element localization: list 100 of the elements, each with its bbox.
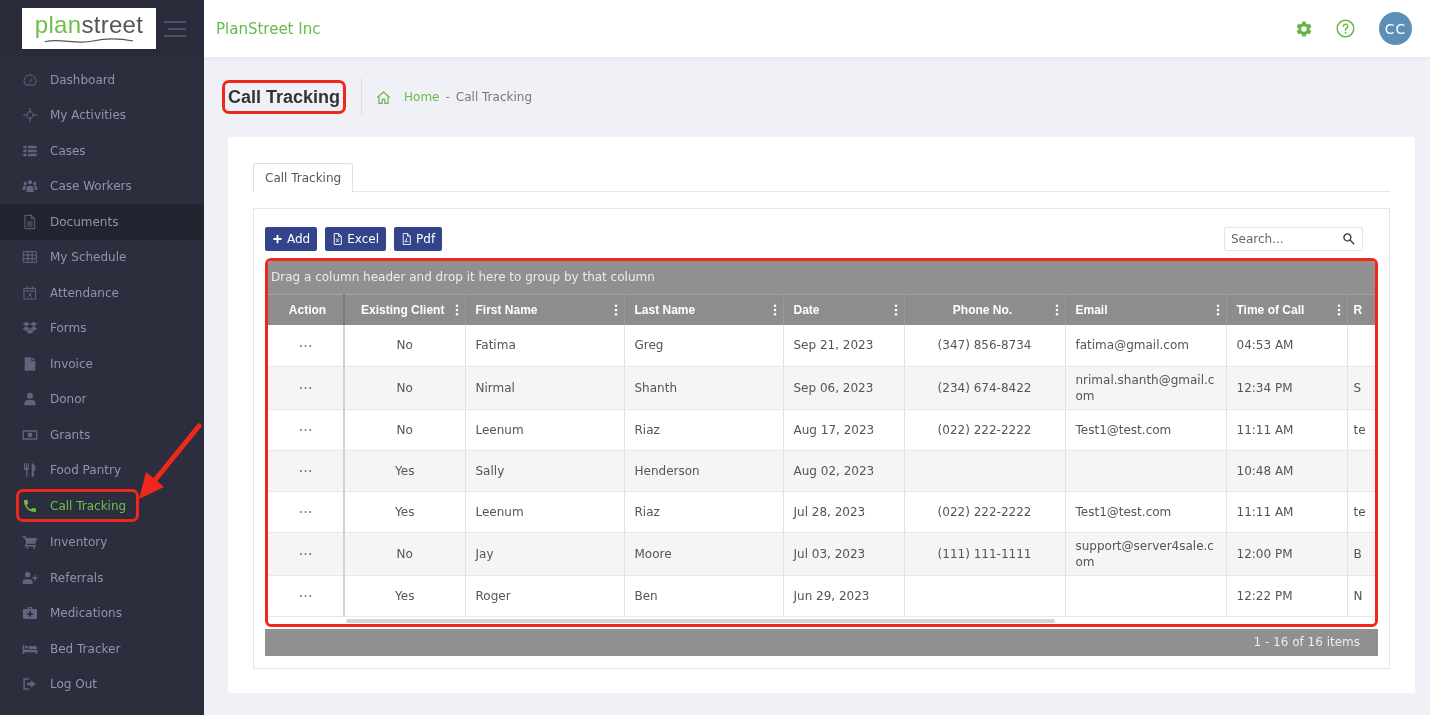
file-icon <box>401 233 413 245</box>
calendar-icon <box>22 284 38 301</box>
table-cell: 11:11 AM <box>1226 491 1347 532</box>
table-cell: Aug 02, 2023 <box>783 450 904 491</box>
add-button[interactable]: Add <box>265 227 318 251</box>
table-cell: Sep 21, 2023 <box>783 325 904 366</box>
help-icon[interactable] <box>1336 19 1355 38</box>
table-cell: Jay <box>465 532 624 575</box>
table-cell: (022) 222-2222 <box>904 491 1065 532</box>
table-cell: fatima@gmail.com <box>1065 325 1226 366</box>
table-cell: Henderson <box>624 450 783 491</box>
crosshair-icon <box>22 107 38 124</box>
sidebar-item[interactable]: Referrals <box>0 560 204 596</box>
more-icon[interactable] <box>299 510 312 514</box>
tab[interactable]: Call Tracking <box>253 163 354 192</box>
table-cell: (234) 674-8422 <box>904 366 1065 409</box>
column-header[interactable]: Email <box>1075 303 1108 317</box>
table-cell: (111) 111-1111 <box>904 532 1065 575</box>
column-header[interactable]: Phone No. <box>952 303 1013 317</box>
logo-wordmark: planstreet <box>34 13 144 36</box>
sidebar-item[interactable]: My Activities <box>0 97 204 133</box>
more-icon[interactable] <box>299 594 312 598</box>
column-header[interactable]: First Name <box>475 303 538 317</box>
menu-icon[interactable] <box>164 20 186 37</box>
table-cell: No <box>344 409 465 450</box>
table-cell: 10:48 AM <box>1226 450 1347 491</box>
table-cell: Aug 17, 2023 <box>783 409 904 450</box>
logout-icon <box>22 676 38 693</box>
more-icon[interactable] <box>299 386 312 390</box>
sidebar-item[interactable]: Inventory <box>0 524 204 560</box>
table-cell: Riaz <box>624 491 783 532</box>
column-header[interactable]: Time of Call <box>1236 303 1305 317</box>
kebab-menu-icon[interactable] <box>1215 304 1220 316</box>
more-icon[interactable] <box>299 552 312 556</box>
diamonds-icon <box>22 320 38 337</box>
kebab-menu-icon[interactable] <box>893 304 898 316</box>
table-cell: Roger <box>465 575 624 616</box>
medkit-icon <box>22 605 38 622</box>
column-header[interactable]: Action <box>288 303 327 317</box>
file-x-icon <box>332 233 344 245</box>
sidebar-item[interactable]: Grants <box>0 417 204 453</box>
kebab-menu-icon[interactable] <box>772 304 777 316</box>
excel-button[interactable]: Excel <box>325 227 387 251</box>
home-icon[interactable] <box>377 90 391 104</box>
sidebar-item[interactable]: Forms <box>0 310 204 346</box>
user-plus-icon <box>22 569 38 586</box>
document-icon <box>22 213 38 230</box>
kebab-menu-icon[interactable] <box>454 304 459 316</box>
more-icon[interactable] <box>299 469 312 473</box>
table-cell: Jul 28, 2023 <box>783 491 904 532</box>
sidebar-item[interactable]: Donor <box>0 381 204 417</box>
sidebar-item[interactable]: Attendance <box>0 275 204 311</box>
table-cell: nrimal.shanth@gmail.com <box>1065 366 1226 409</box>
table-cell: Test1@test.com <box>1065 409 1226 450</box>
horizontal-scrollbar[interactable] <box>346 618 1055 623</box>
pager-info: 1 - 16 of 16 items <box>265 628 1378 656</box>
wave-line-icon <box>44 38 134 44</box>
settings-icon[interactable] <box>1296 20 1312 37</box>
sidebar-item[interactable]: Food Pantry <box>0 452 204 488</box>
table-cell: Test1@test.com <box>1065 491 1226 532</box>
table-cell: Yes <box>344 450 465 491</box>
sidebar-item[interactable]: Bed Tracker <box>0 631 204 667</box>
table-cell: Yes <box>344 575 465 616</box>
table-cell: support@server4sale.com <box>1065 532 1226 575</box>
table-cell: Jun 29, 2023 <box>783 575 904 616</box>
gauge-icon <box>22 71 38 88</box>
sidebar-item[interactable]: Dashboard <box>0 62 204 98</box>
table-cell: 12:34 PM <box>1226 366 1347 409</box>
cart-icon <box>22 534 38 551</box>
pdf-button[interactable]: Pdf <box>394 227 443 251</box>
sidebar-item[interactable]: Case Workers <box>0 168 204 204</box>
kebab-menu-icon[interactable] <box>1054 304 1059 316</box>
more-icon[interactable] <box>299 428 312 432</box>
sidebar-item[interactable]: My Schedule <box>0 239 204 275</box>
sidebar-item[interactable]: Cases <box>0 133 204 169</box>
table-cell: Fatima <box>465 325 624 366</box>
user-avatar[interactable]: CC <box>1379 12 1412 45</box>
search-icon[interactable] <box>1342 232 1355 245</box>
kebab-menu-icon[interactable] <box>613 304 618 316</box>
table-cell: Ben <box>624 575 783 616</box>
column-header[interactable]: Existing Client <box>361 303 445 317</box>
sidebar-item[interactable]: Call Tracking <box>19 492 137 519</box>
column-header[interactable]: Last Name <box>634 303 696 317</box>
sidebar-item[interactable]: Log Out <box>0 666 204 702</box>
column-header[interactable]: Date <box>793 303 820 317</box>
sidebar-item[interactable]: Documents <box>0 204 204 240</box>
column-header[interactable]: R <box>1353 303 1363 317</box>
table-cell: No <box>344 532 465 575</box>
group-panel[interactable]: Drag a column header and drop it here to group by that column <box>268 261 1375 294</box>
kebab-menu-icon[interactable] <box>1336 304 1341 316</box>
table-cell: No <box>344 366 465 409</box>
sidebar-item[interactable]: Medications <box>0 595 204 631</box>
table-cell: No <box>344 325 465 366</box>
sidebar-item[interactable]: Invoice <box>0 346 204 382</box>
table-cell: Greg <box>624 325 783 366</box>
more-icon[interactable] <box>299 343 312 348</box>
table-cell: (347) 856-8734 <box>904 325 1065 366</box>
logo[interactable]: planstreet <box>22 8 156 49</box>
search-field[interactable]: Search... <box>1224 227 1363 251</box>
page-title: Call Tracking <box>228 86 341 108</box>
